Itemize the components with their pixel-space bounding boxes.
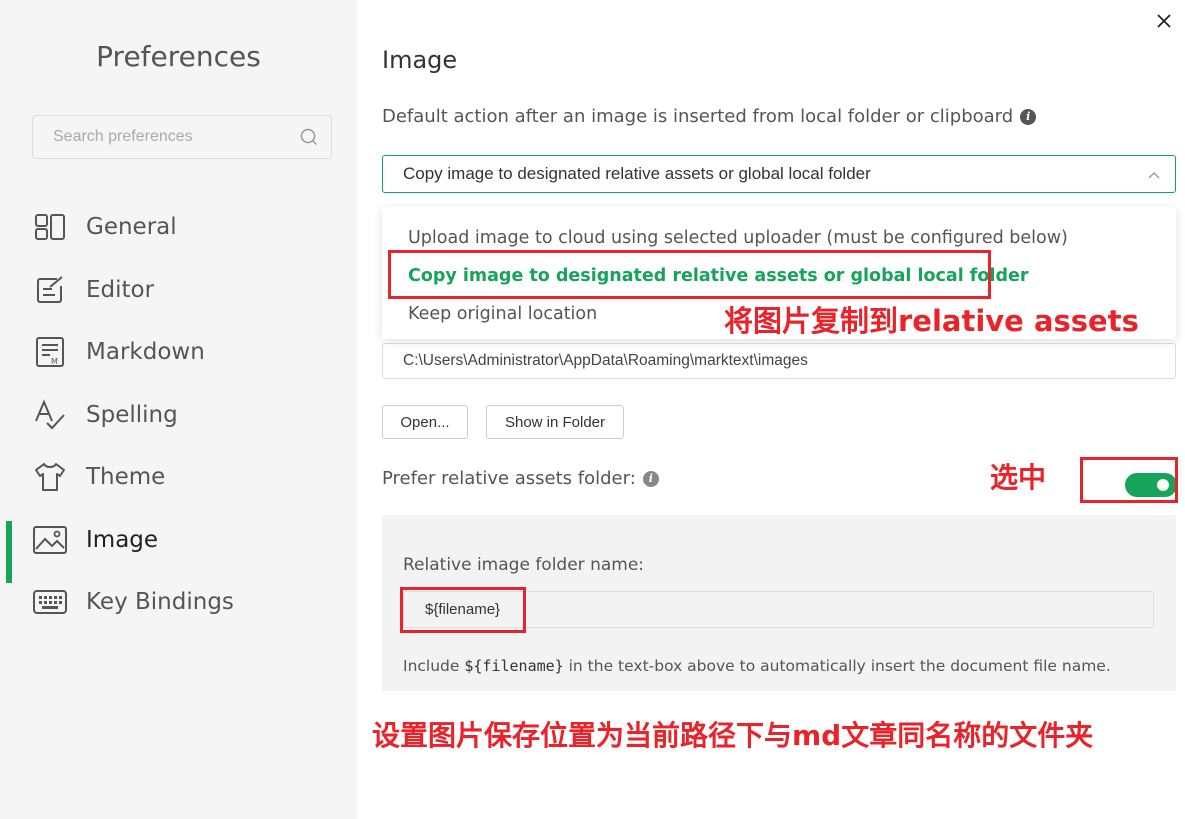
hint-code: ${filename} — [464, 657, 564, 675]
annotation-box-copy-option — [388, 250, 991, 299]
annotation-bottom-note: 设置图片保存位置为当前路径下与md文章同名称的文件夹 — [372, 719, 1094, 752]
relative-folder-hint: Include ${filename} in the text-box abov… — [403, 657, 1111, 675]
insert-action-text: Default action after an image is inserte… — [382, 106, 1014, 127]
sidebar-item-label: Markdown — [86, 339, 205, 366]
sidebar-title: Preferences — [96, 40, 261, 73]
keyboard-icon — [32, 584, 68, 620]
sidebar-item-label: Editor — [86, 276, 155, 303]
open-button[interactable]: Open... — [382, 405, 468, 439]
sidebar-item-label: Theme — [86, 464, 166, 491]
search-icon[interactable] — [299, 127, 319, 147]
annotation-copy-note: 将图片复制到relative assets — [724, 304, 1139, 338]
hint-after: in the text-box above to automatically i… — [563, 657, 1111, 675]
search-input[interactable] — [53, 128, 299, 146]
global-folder-path[interactable]: C:\Users\Administrator\AppData\Roaming\m… — [382, 343, 1176, 379]
sidebar-item-spelling[interactable]: Spelling — [0, 384, 357, 447]
sidebar-item-theme[interactable]: Theme — [0, 446, 357, 509]
insert-action-select[interactable]: Copy image to designated relative assets… — [382, 155, 1176, 193]
sidebar-item-label: Key Bindings — [86, 589, 234, 616]
sidebar-item-key-bindings[interactable]: Key Bindings — [0, 571, 357, 634]
sidebar-item-label: General — [86, 214, 177, 241]
hint-before: Include — [403, 657, 465, 675]
image-icon — [32, 522, 68, 558]
theme-icon — [32, 459, 68, 495]
info-icon[interactable]: i — [642, 470, 659, 487]
sidebar-item-general[interactable]: General — [0, 196, 357, 259]
markdown-icon: M — [32, 334, 68, 370]
close-icon[interactable] — [1153, 10, 1175, 32]
annotation-selected-note: 选中 — [990, 461, 1047, 494]
sidebar-item-label: Image — [86, 526, 159, 553]
global-folder-path-value: C:\Users\Administrator\AppData\Roaming\m… — [403, 352, 808, 369]
sidebar: Preferences General Editor M Markdown — [0, 0, 357, 819]
sidebar-item-markdown[interactable]: M Markdown — [0, 321, 357, 384]
search-box[interactable] — [32, 115, 332, 159]
select-value: Copy image to designated relative assets… — [403, 164, 871, 183]
general-icon — [32, 209, 68, 245]
prefer-relative-label: Prefer relative assets folder: i — [382, 468, 659, 489]
chevron-up-icon — [1147, 167, 1161, 181]
info-icon[interactable]: i — [1020, 108, 1037, 125]
show-in-folder-button[interactable]: Show in Folder — [486, 405, 624, 439]
insert-action-label: Default action after an image is inserte… — [382, 106, 1037, 127]
prefer-relative-text: Prefer relative assets folder: — [382, 468, 636, 489]
page-title: Image — [382, 46, 458, 74]
sidebar-item-label: Spelling — [86, 401, 178, 428]
sidebar-nav: General Editor M Markdown Spelling Theme — [0, 196, 357, 634]
sidebar-item-image[interactable]: Image — [0, 509, 357, 582]
annotation-box-folder-name — [400, 587, 526, 633]
editor-icon — [32, 272, 68, 308]
sidebar-item-editor[interactable]: Editor — [0, 259, 357, 322]
spelling-icon — [32, 397, 68, 433]
annotation-box-toggle — [1080, 457, 1178, 503]
relative-folder-label: Relative image folder name: — [403, 555, 645, 575]
svg-text:M: M — [51, 357, 58, 366]
